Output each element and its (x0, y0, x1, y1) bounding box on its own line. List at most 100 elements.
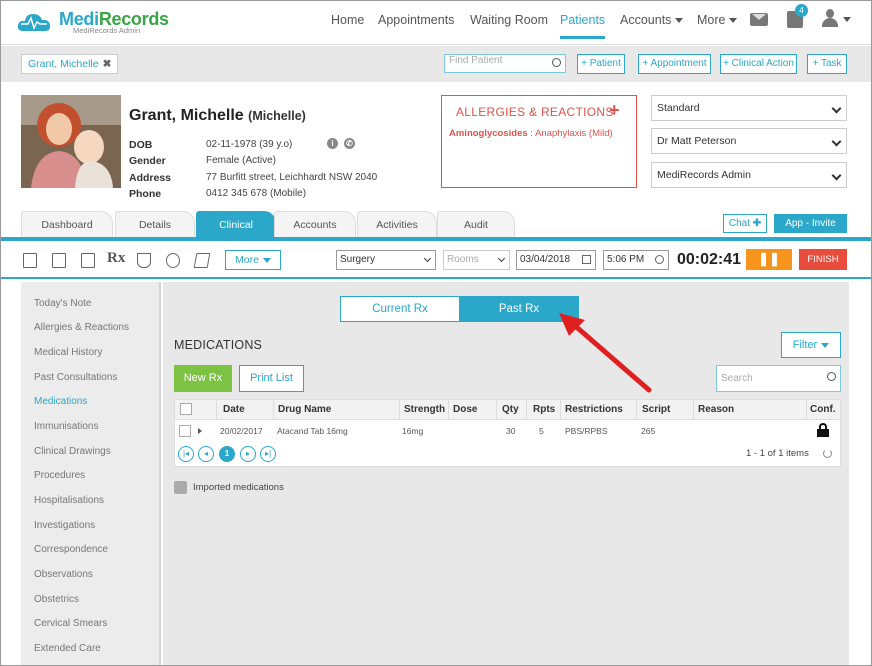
radiology-icon[interactable] (166, 253, 180, 268)
find-patient-input[interactable]: Find Patient (444, 54, 566, 73)
cloud-heartbeat-icon (17, 14, 51, 31)
row-checkbox[interactable] (179, 425, 191, 437)
clock-icon[interactable] (655, 255, 664, 264)
sidebar-item-extended-care[interactable]: Extended Care (34, 643, 101, 654)
tab-dashboard[interactable]: Dashboard (21, 211, 113, 238)
column-drug-name[interactable]: Drug Name (278, 404, 331, 415)
nav-appointments[interactable]: Appointments (378, 13, 454, 27)
close-icon[interactable]: ✖ (103, 58, 112, 70)
sidebar-item-medications[interactable]: Medications (34, 396, 87, 407)
finish-button[interactable]: FINISH (799, 249, 847, 270)
tab-clinical[interactable]: Clinical (196, 211, 276, 238)
prev-page-button[interactable]: ◂ (198, 446, 214, 462)
sidebar-item-allergies[interactable]: Allergies & Reactions (34, 322, 129, 333)
document-icon[interactable] (81, 253, 95, 268)
lab-flask-icon[interactable] (137, 253, 151, 268)
chat-button[interactable]: Chat ✚ (723, 214, 767, 233)
chevron-down-icon[interactable] (843, 17, 851, 22)
nav-more[interactable]: More (697, 13, 738, 27)
sidebar-item-correspondence[interactable]: Correspondence (34, 544, 108, 555)
cell-date: 20/02/2017 (220, 426, 263, 436)
sidebar-item-cervical-smears[interactable]: Cervical Smears (34, 618, 107, 629)
column-restrictions[interactable]: Restrictions (565, 404, 623, 415)
practitioner-select[interactable]: Dr Matt Peterson (651, 128, 847, 154)
current-rx-toggle[interactable]: Current Rx (340, 296, 460, 322)
allergy-item[interactable]: Aminoglycosides : Anaphylaxis (Mild) (449, 128, 613, 139)
column-divider (399, 400, 400, 420)
location-select[interactable]: Surgery (336, 250, 436, 270)
date-input[interactable]: 03/04/2018 (516, 250, 596, 270)
column-date[interactable]: Date (223, 404, 245, 415)
phone-label: Phone (129, 188, 162, 200)
add-appointment-button[interactable]: + Appointment (638, 54, 711, 74)
page-1-button[interactable]: 1 (219, 446, 235, 462)
tab-accounts[interactable]: Accounts (274, 211, 356, 238)
select-all-checkbox[interactable] (180, 403, 192, 415)
tab-details[interactable]: Details (115, 211, 195, 238)
search-icon[interactable] (552, 58, 561, 67)
phone-value: 0412 345 678 (Mobile) (206, 188, 307, 199)
print-list-button[interactable]: Print List (239, 365, 304, 392)
sidebar-item-past-consultations[interactable]: Past Consultations (34, 372, 117, 383)
user-menu-icon[interactable] (822, 9, 838, 27)
allergy-name: Aminoglycosides (449, 128, 528, 139)
stack-icon[interactable] (193, 253, 211, 268)
add-clinical-action-button[interactable]: + Clinical Action (720, 54, 797, 74)
column-strength[interactable]: Strength (404, 404, 445, 415)
sidebar-item-medical-history[interactable]: Medical History (34, 347, 102, 358)
rx-icon[interactable]: Rx (107, 250, 125, 267)
encounter-type-select[interactable]: Standard (651, 95, 847, 121)
nav-more-label: More (697, 13, 726, 27)
add-patient-button[interactable]: + Patient (577, 54, 625, 74)
add-task-button[interactable]: + Task (807, 54, 847, 74)
nav-patients[interactable]: Patients (560, 13, 606, 39)
phone-icon[interactable]: ✆ (344, 138, 355, 149)
pause-button[interactable]: ❚❚ (746, 249, 792, 270)
medication-search-input[interactable]: Search (716, 365, 841, 392)
sidebar-item-procedures[interactable]: Procedures (34, 470, 85, 481)
sidebar-item-clinical-drawings[interactable]: Clinical Drawings (34, 446, 111, 457)
open-patient-chip[interactable]: Grant, Michelle ✖ (21, 54, 119, 74)
calendar-icon[interactable] (582, 255, 591, 264)
column-reason[interactable]: Reason (698, 404, 734, 415)
column-script[interactable]: Script (642, 404, 670, 415)
refresh-icon[interactable] (823, 449, 832, 458)
sidebar-item-todays-note[interactable]: Today's Note (34, 298, 92, 309)
nav-waiting-room[interactable]: Waiting Room (470, 13, 548, 27)
lock-icon[interactable] (817, 423, 829, 437)
note-icon[interactable] (23, 253, 37, 268)
next-page-button[interactable]: ▸ (240, 446, 256, 462)
sidebar-item-hospitalisations[interactable]: Hospitalisations (34, 495, 104, 506)
sidebar-item-investigations[interactable]: Investigations (34, 520, 95, 531)
last-page-button[interactable]: ▸| (260, 446, 276, 462)
app-invite-button[interactable]: App - Invite (774, 214, 847, 233)
column-dose[interactable]: Dose (453, 404, 477, 415)
imported-medications-checkbox[interactable] (174, 481, 187, 494)
nav-accounts[interactable]: Accounts (620, 13, 684, 27)
sidebar-item-obstetrics[interactable]: Obstetrics (34, 594, 79, 605)
add-document-icon[interactable] (52, 253, 66, 268)
info-icon[interactable]: i (327, 138, 338, 149)
expand-row-icon[interactable] (198, 428, 202, 434)
new-rx-button[interactable]: New Rx (174, 365, 232, 392)
mail-icon[interactable] (750, 13, 768, 26)
practice-select[interactable]: MediRecords Admin (651, 162, 847, 188)
add-allergy-icon[interactable]: + (609, 100, 620, 121)
sidebar-item-immunisations[interactable]: Immunisations (34, 421, 98, 432)
nav-home[interactable]: Home (331, 13, 364, 27)
rooms-select[interactable]: Rooms (443, 250, 510, 270)
column-conf[interactable]: Conf. (810, 404, 836, 415)
time-input[interactable]: 5:06 PM (603, 250, 669, 270)
column-qty[interactable]: Qty (502, 404, 519, 415)
tab-audit[interactable]: Audit (437, 211, 515, 238)
more-tools-button[interactable]: More (225, 250, 281, 270)
clinical-sidebar: Today's Note Allergies & Reactions Medic… (21, 282, 161, 665)
filter-button[interactable]: Filter (781, 332, 841, 358)
sidebar-item-observations[interactable]: Observations (34, 569, 93, 580)
medirecords-logo[interactable]: MediRecords MediRecords Admin (17, 9, 169, 39)
first-page-button[interactable]: |◂ (178, 446, 194, 462)
column-rpts[interactable]: Rpts (533, 404, 555, 415)
tab-activities[interactable]: Activities (357, 211, 437, 238)
chevron-down-icon (423, 254, 432, 263)
search-icon[interactable] (827, 372, 836, 381)
